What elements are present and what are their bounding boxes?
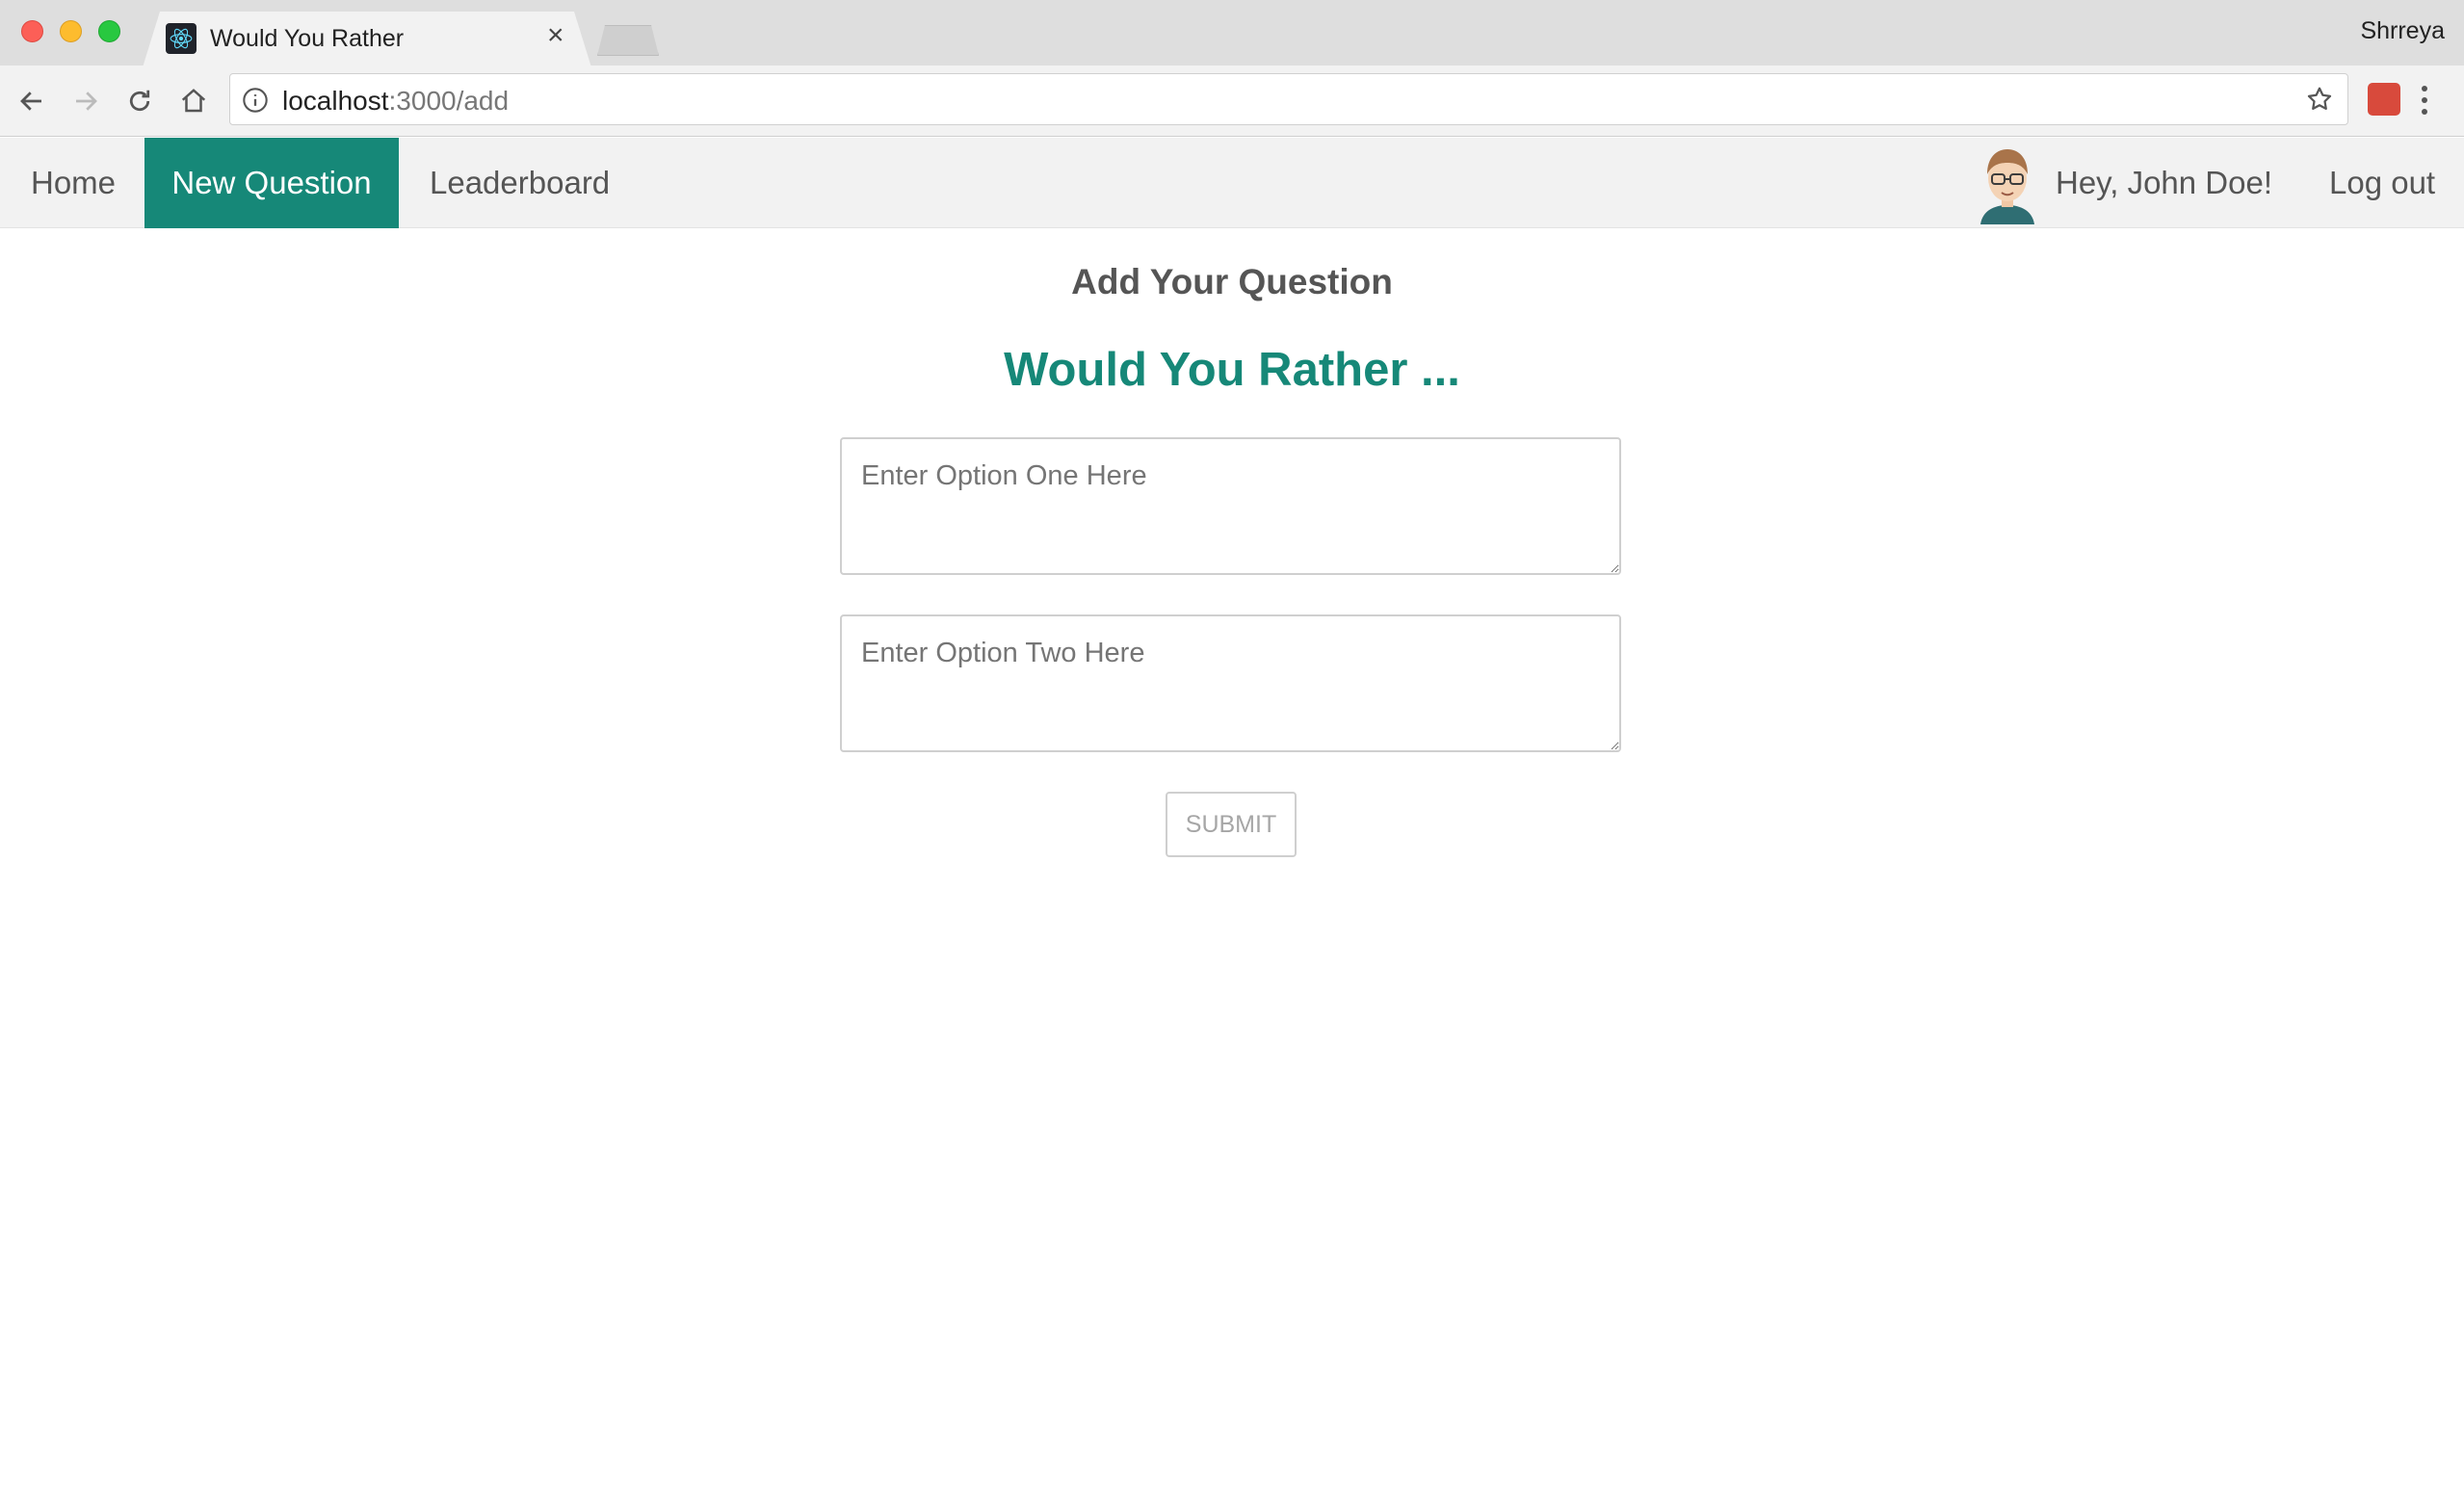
would-you-rather-title: Would You Rather ...	[1004, 344, 1460, 396]
home-icon[interactable]	[175, 83, 212, 119]
nav-leaderboard-link[interactable]: Leaderboard	[430, 138, 610, 228]
info-icon[interactable]	[242, 87, 269, 118]
url-host: localhost	[282, 86, 389, 116]
page-heading: Add Your Question	[1071, 262, 1393, 301]
nav-new-question-link[interactable]: New Question	[144, 138, 399, 228]
tab-title: Would You Rather	[210, 25, 405, 52]
window-minimize-button[interactable]	[60, 20, 82, 42]
address-bar[interactable]: localhost:3000/add	[229, 73, 2348, 125]
menu-dots-icon[interactable]	[2418, 81, 2431, 124]
app-navbar: Home New Question Leaderboard Hey, John …	[0, 138, 2464, 228]
user-avatar	[1973, 142, 2042, 224]
window-maximize-button[interactable]	[98, 20, 120, 42]
browser-titlebar: Would You Rather × Shrreya	[0, 0, 2464, 67]
tab-close-icon[interactable]: ×	[547, 21, 564, 50]
browser-tab[interactable]: Would You Rather ×	[143, 12, 591, 67]
back-arrow-icon[interactable]	[13, 83, 50, 119]
browser-toolbar: localhost:3000/add	[0, 65, 2464, 137]
logout-link[interactable]: Log out	[2329, 138, 2435, 228]
react-favicon-icon	[166, 23, 197, 54]
nav-home-link[interactable]: Home	[31, 138, 116, 228]
submit-button[interactable]: SUBMIT	[1166, 792, 1297, 857]
browser-profile-name[interactable]: Shrreya	[2360, 17, 2445, 45]
url-text: localhost:3000/add	[282, 86, 509, 117]
user-greeting: Hey, John Doe!	[2056, 165, 2273, 200]
new-tab-button[interactable]	[597, 25, 659, 56]
reload-icon[interactable]	[121, 83, 158, 119]
window-close-button[interactable]	[21, 20, 43, 42]
option-two-input[interactable]	[840, 614, 1621, 752]
bookmark-star-icon[interactable]	[2305, 85, 2334, 118]
url-path: :3000/add	[388, 86, 510, 116]
extension-icon[interactable]	[2368, 83, 2400, 116]
forward-arrow-icon[interactable]	[67, 83, 104, 119]
option-one-input[interactable]	[840, 437, 1621, 575]
